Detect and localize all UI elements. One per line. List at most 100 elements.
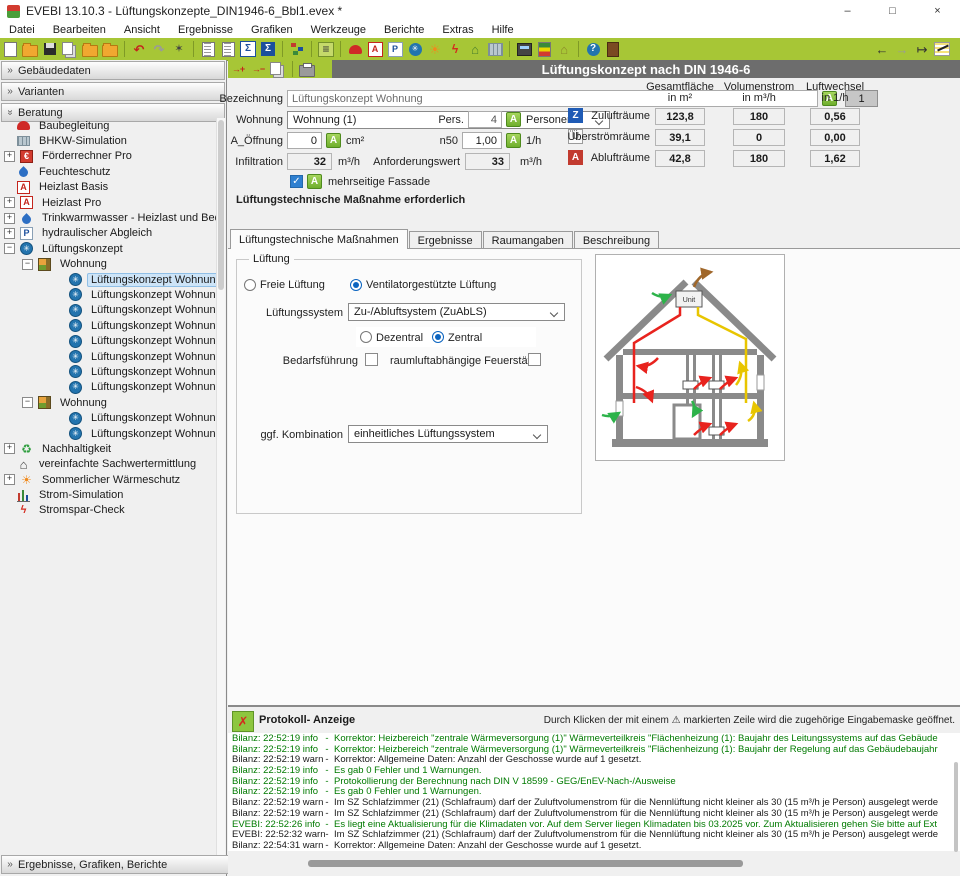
protocol-hscrollbar[interactable] xyxy=(308,860,743,867)
flow-icon[interactable] xyxy=(289,42,305,57)
expand-icon[interactable]: + xyxy=(4,197,15,208)
tree-item-stromspar-check[interactable]: Stromspar-Check xyxy=(0,503,218,518)
fassade-a-button[interactable]: A xyxy=(307,174,322,189)
sidebar-scrollbar[interactable] xyxy=(216,118,225,856)
doc-icon[interactable] xyxy=(200,42,216,57)
tab-ergebnisse[interactable]: Ergebnisse xyxy=(409,231,482,249)
geg-haus-icon[interactable]: ⌂ xyxy=(556,42,572,57)
lueftung-icon[interactable]: ✳ xyxy=(407,42,423,57)
menu-extras[interactable]: Extras xyxy=(433,23,482,37)
add-row-icon[interactable]: →+ xyxy=(230,62,246,77)
tree-item-vereinfachte-sachwertermittlung[interactable]: vereinfachte Sachwertermittlung xyxy=(0,457,218,472)
pers-input[interactable]: 4 xyxy=(468,111,502,128)
remove-row-icon[interactable]: →− xyxy=(250,62,266,77)
menu-bearbeiten[interactable]: Bearbeiten xyxy=(44,23,115,37)
new-file-icon[interactable] xyxy=(2,42,18,57)
tree-item-heizlast-basis[interactable]: Heizlast Basis xyxy=(0,180,218,195)
sidebar-section-varianten[interactable]: » Varianten xyxy=(1,82,225,101)
log-line[interactable]: EVEBI: 22:52:26 info-Es liegt eine Aktua… xyxy=(228,819,960,830)
n50-input[interactable]: 1,00 xyxy=(462,132,502,149)
stromspar-icon[interactable]: ϟ xyxy=(447,42,463,57)
bhkw-icon[interactable] xyxy=(487,42,503,57)
save-icon[interactable] xyxy=(42,42,58,57)
maximize-button[interactable]: □ xyxy=(870,0,915,22)
kombination-select[interactable]: einheitliches Lüftungssystem xyxy=(348,425,548,443)
log-line[interactable]: Bilanz: 22:52:19 warn-Im SZ Schlafzimmer… xyxy=(228,797,960,808)
log-line[interactable]: EVEBI: 22:52:32 warn-Im SZ Schlafzimmer … xyxy=(228,829,960,840)
tree-item-heizlast-pro[interactable]: +Heizlast Pro xyxy=(0,195,218,210)
edit-report-icon[interactable] xyxy=(934,42,950,57)
export-icon[interactable] xyxy=(102,42,118,57)
heizlast-icon[interactable]: A xyxy=(367,42,383,57)
log-line[interactable]: Bilanz: 22:52:19 info-Es gab 0 Fehler un… xyxy=(228,786,960,797)
freie-lueftung-radio[interactable] xyxy=(244,279,256,291)
protocol-vscrollbar[interactable] xyxy=(954,762,958,852)
sachwert-icon[interactable]: ⌂ xyxy=(467,42,483,57)
tree-item-feuchteschutz[interactable]: Feuchteschutz xyxy=(0,164,218,179)
tree-item-lüftungskonzept-wohnung-(8)[interactable]: Lüftungskonzept Wohnung (8) xyxy=(0,364,218,379)
baubegleitung-icon[interactable] xyxy=(347,42,363,57)
expand-icon[interactable]: + xyxy=(4,443,15,454)
feuerstaette-checkbox[interactable] xyxy=(528,353,541,366)
n50-a-button[interactable]: A xyxy=(506,133,521,148)
tree-item-strom-simulation[interactable]: Strom-Simulation xyxy=(0,487,218,502)
sigma-out-icon[interactable]: Σ xyxy=(240,42,256,57)
menu-grafiken[interactable]: Grafiken xyxy=(242,23,302,37)
tree-item-wohnung[interactable]: −Wohnung xyxy=(0,395,218,410)
tree-item-lüftungskonzept-wohnung-(4)[interactable]: Lüftungskonzept Wohnung (4) xyxy=(0,410,218,425)
tab-lüftungstechnische-maßnahmen[interactable]: Lüftungstechnische Maßnahmen xyxy=(230,229,408,249)
log-line[interactable]: Bilanz: 22:52:19 warn-Im SZ Schlafzimmer… xyxy=(228,808,960,819)
tree-item-bhkw-simulation[interactable]: BHKW-Simulation xyxy=(0,133,218,148)
forward-icon[interactable]: → xyxy=(894,42,910,57)
tree-item-lüftungskonzept[interactable]: −Lüftungskonzept xyxy=(0,241,218,256)
tree-item-baubegleitung[interactable]: Baubegleitung xyxy=(0,118,218,133)
energie-doc-icon[interactable] xyxy=(536,42,552,57)
tree-item-lüftungskonzept-wohnung-(3)[interactable]: Lüftungskonzept Wohnung (3) xyxy=(0,303,218,318)
print-icon[interactable] xyxy=(299,62,315,77)
tree-item-lüftungskonzept-wohnung-(1)[interactable]: Lüftungskonzept Wohnung (1) xyxy=(0,272,218,287)
bedarfsfuehrung-checkbox[interactable] xyxy=(365,353,378,366)
expand-icon[interactable]: + xyxy=(4,151,15,162)
sidebar-section-ergebnisse[interactable]: » Ergebnisse, Grafiken, Berichte xyxy=(1,855,230,874)
tree-item-lüftungskonzept-wohnung-(6)[interactable]: Lüftungskonzept Wohnung (6) xyxy=(0,333,218,348)
tree-item-hydraulischer-abgleich[interactable]: +hydraulischer Abgleich xyxy=(0,226,218,241)
collapse-icon[interactable]: − xyxy=(22,397,33,408)
dezentral-radio[interactable] xyxy=(360,331,372,343)
import-icon[interactable] xyxy=(82,42,98,57)
copy-row-icon[interactable] xyxy=(270,62,286,77)
tree-item-lüftungskonzept-wohnung-(9)[interactable]: Lüftungskonzept Wohnung (9) xyxy=(0,426,218,441)
sidebar-section-gebaeudedaten[interactable]: » Gebäudedaten xyxy=(1,61,225,80)
collapse-icon[interactable]: − xyxy=(4,243,15,254)
expand-icon[interactable]: + xyxy=(4,228,15,239)
tab-beschreibung[interactable]: Beschreibung xyxy=(574,231,659,249)
tree-item-lüftungskonzept-wohnung-(2)[interactable]: Lüftungskonzept Wohnung (2) xyxy=(0,287,218,302)
menu-ansicht[interactable]: Ansicht xyxy=(115,23,169,37)
menu-hilfe[interactable]: Hilfe xyxy=(483,23,523,37)
menu-berichte[interactable]: Berichte xyxy=(375,23,433,37)
log-line[interactable]: Bilanz: 22:52:19 info-Es gab 0 Fehler un… xyxy=(228,765,960,776)
tree-item-lüftungskonzept-wohnung-(5)[interactable]: Lüftungskonzept Wohnung (5) xyxy=(0,318,218,333)
undo-icon[interactable]: ↶ xyxy=(131,42,147,57)
expand-icon[interactable]: + xyxy=(4,213,15,224)
protocol-log[interactable]: Bilanz: 22:52:19 info-Korrektor: Heizber… xyxy=(228,733,960,851)
minimize-button[interactable]: – xyxy=(825,0,870,22)
menu-werkzeuge[interactable]: Werkzeuge xyxy=(302,23,375,37)
aoeffnung-input[interactable]: 0 xyxy=(287,132,322,149)
go-end-icon[interactable]: ↦ xyxy=(914,42,930,57)
ventilator-radio[interactable] xyxy=(350,279,362,291)
open-icon[interactable] xyxy=(22,42,38,57)
tree-item-nachhaltigkeit[interactable]: +Nachhaltigkeit xyxy=(0,441,218,456)
log-line[interactable]: Bilanz: 22:52:19 info-Protokollierung de… xyxy=(228,776,960,787)
tree-view-icon[interactable]: ≡ xyxy=(318,42,334,57)
fassade-checkbox[interactable] xyxy=(290,175,303,188)
log-line[interactable]: Bilanz: 22:52:19 info-Korrektor: Heizber… xyxy=(228,744,960,755)
zentral-radio[interactable] xyxy=(432,331,444,343)
close-protocol-button[interactable]: ✗ xyxy=(232,711,254,732)
sigma-fill-icon[interactable]: Σ xyxy=(260,42,276,57)
lueftungssystem-select[interactable]: Zu-/Abluftsystem (ZuAbLS) xyxy=(348,303,565,321)
tree-item-wohnung[interactable]: −Wohnung xyxy=(0,257,218,272)
tree-item-trinkwarmwasser-heizlast-und-bedarf[interactable]: +Trinkwarmwasser - Heizlast und Bedarf xyxy=(0,210,218,225)
log-line[interactable]: Bilanz: 22:52:19 info-Korrektor: Heizber… xyxy=(228,733,960,744)
log-line[interactable]: Bilanz: 22:52:19 warn-Korrektor: Allgeme… xyxy=(228,754,960,765)
sommer-icon[interactable]: ☀ xyxy=(427,42,443,57)
